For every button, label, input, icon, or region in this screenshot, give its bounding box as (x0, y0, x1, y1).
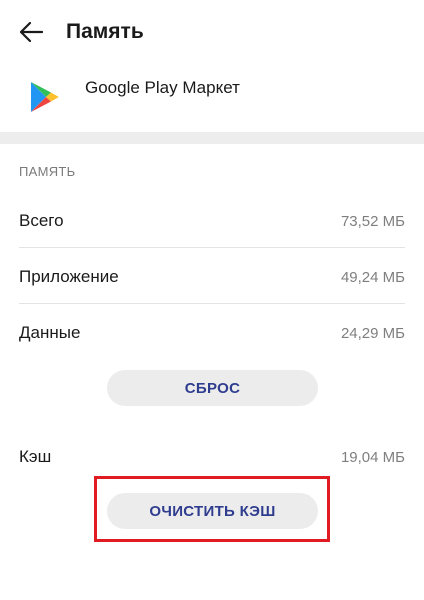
storage-row-total: Всего 73,52 МБ (19, 192, 405, 248)
back-button[interactable] (14, 16, 48, 48)
page-title: Память (66, 20, 144, 43)
app-info-row: Google Play Маркет (0, 64, 424, 132)
google-play-icon (31, 82, 59, 112)
app-name: Google Play Маркет (85, 78, 240, 97)
storage-row-label: Всего (19, 211, 64, 230)
section-divider (0, 132, 424, 144)
cache-label: Кэш (19, 447, 52, 466)
storage-row-label: Приложение (19, 267, 119, 286)
arrow-left-icon (19, 21, 44, 43)
reset-button[interactable]: СБРОС (107, 370, 318, 406)
storage-row-app: Приложение 49,24 МБ (19, 248, 405, 304)
storage-row-value: 49,24 МБ (340, 269, 405, 286)
header: Память (0, 0, 424, 64)
storage-row-value: 24,29 МБ (340, 325, 405, 342)
section-title: ПАМЯТЬ (19, 164, 76, 179)
cache-value: 19,04 МБ (340, 449, 405, 466)
storage-row-label: Данные (19, 323, 81, 342)
storage-row-data: Данные 24,29 МБ (19, 304, 405, 360)
storage-row-value: 73,52 МБ (340, 213, 405, 230)
highlight-frame (94, 476, 330, 542)
